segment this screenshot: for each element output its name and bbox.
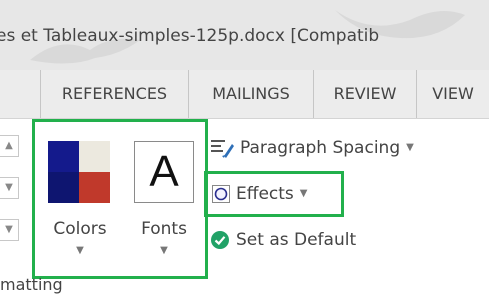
chevron-down-icon: ▼: [406, 142, 414, 153]
fonts-button[interactable]: A Fonts ▼: [126, 129, 202, 269]
dropdown-arrow-icon[interactable]: ▼: [0, 177, 19, 199]
tab-references[interactable]: REFERENCES: [40, 70, 188, 118]
ribbon-tab-bar: REFERENCES MAILINGS REVIEW VIEW: [0, 70, 489, 118]
paragraph-spacing-icon: [211, 140, 234, 158]
tab-mailings[interactable]: MAILINGS: [188, 70, 313, 118]
group-label: matting: [0, 275, 63, 294]
fonts-glyph-icon: A: [134, 141, 194, 203]
fonts-label: Fonts: [141, 219, 187, 239]
set-as-default-label: Set as Default: [236, 230, 357, 250]
chevron-down-icon: ▼: [76, 245, 84, 256]
title-bar: es et Tableaux-simples-125p.docx [Compat…: [0, 0, 489, 70]
colors-label: Colors: [53, 219, 107, 239]
chevron-down-icon: ▼: [160, 245, 168, 256]
tab-view[interactable]: VIEW: [416, 70, 489, 118]
paragraph-spacing-label: Paragraph Spacing: [240, 138, 401, 158]
set-as-default-button[interactable]: Set as Default: [210, 223, 356, 257]
ribbon-body: ▲ ▼ ▼ Colors ▼ A Fonts ▼ Paragraph Spaci…: [0, 118, 489, 299]
chevron-down-icon: ▼: [299, 188, 308, 199]
window-title: es et Tableaux-simples-125p.docx [Compat…: [0, 26, 380, 46]
checkmark-icon: [211, 231, 229, 249]
paragraph-spacing-button[interactable]: Paragraph Spacing ▼: [210, 131, 414, 165]
tab-partial[interactable]: [0, 70, 40, 118]
tab-review[interactable]: REVIEW: [313, 70, 416, 118]
colors-button[interactable]: Colors ▼: [38, 129, 122, 269]
effects-label: Effects: [236, 184, 294, 204]
colors-palette-icon: [48, 141, 110, 203]
effects-button[interactable]: Effects ▼: [212, 177, 308, 211]
effects-icon: [212, 185, 230, 203]
spin-up-icon[interactable]: ▲: [0, 135, 19, 157]
dropdown-arrow-icon[interactable]: ▼: [0, 219, 19, 241]
